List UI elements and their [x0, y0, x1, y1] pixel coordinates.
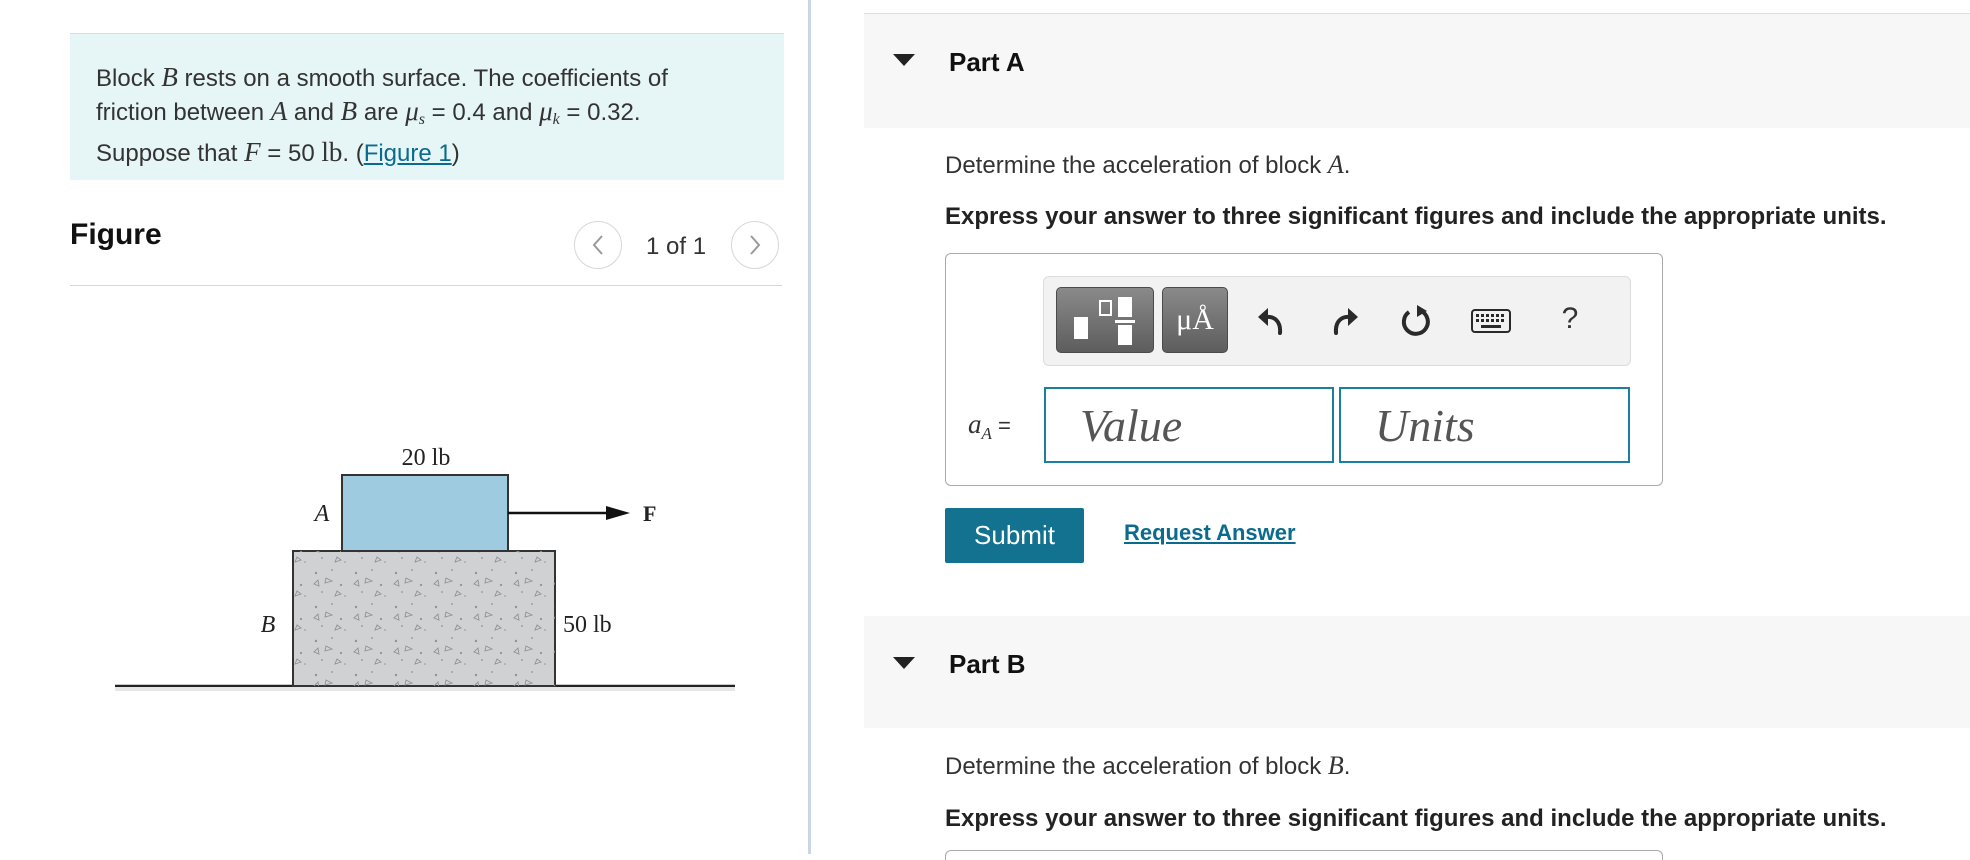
block-diagram: 20 lb A B F 50 lb: [115, 445, 735, 691]
var-a-lower: a: [968, 409, 982, 439]
text: .: [1343, 152, 1351, 179]
equals: =: [991, 413, 1011, 438]
text: are: [357, 99, 406, 126]
part-b-instruction: Express your answer to three significant…: [945, 805, 1887, 832]
help-button[interactable]: ?: [1552, 299, 1588, 339]
figure-link[interactable]: Figure 1: [364, 140, 452, 167]
block-a-label: A: [313, 501, 330, 527]
previous-figure-button[interactable]: [574, 221, 622, 269]
var-f: F: [244, 137, 261, 167]
symbols-button[interactable]: μÅ: [1162, 287, 1228, 353]
reset-button[interactable]: [1396, 301, 1436, 341]
figure-count: 1 of 1: [646, 233, 707, 260]
chevron-right-icon: [750, 235, 761, 255]
ground-shadow: [115, 687, 735, 691]
text: = 50: [260, 140, 322, 167]
var-a: A: [270, 96, 288, 126]
figure-header: Figure: [70, 218, 162, 251]
answer-label: aA =: [968, 409, 1011, 444]
block-b-label: B: [261, 612, 276, 638]
reset-icon: [1401, 305, 1430, 336]
text: friction between: [96, 99, 271, 126]
text: .: [1343, 753, 1351, 780]
problem-statement: Block B rests on a smooth surface. The c…: [70, 33, 784, 180]
units-input[interactable]: [1339, 387, 1630, 463]
keyboard-button[interactable]: [1469, 303, 1513, 339]
text: ): [451, 140, 460, 167]
block-a: [341, 474, 509, 552]
submit-button[interactable]: Submit: [945, 508, 1084, 563]
var-b: B: [340, 96, 358, 126]
part-b-question: Determine the acceleration of block B.: [945, 751, 1350, 781]
weight-a-label: 20 lb: [402, 445, 451, 471]
fraction-template-icon: [1074, 297, 1135, 345]
subscript-a: A: [981, 424, 992, 443]
var-a: A: [1327, 150, 1344, 179]
unit-lb: lb: [321, 137, 343, 167]
part-b-title: Part B: [949, 649, 1026, 679]
undo-button[interactable]: [1252, 301, 1292, 341]
answer-box: μÅ ? aA = Value Units: [945, 253, 1663, 486]
part-a-title: Part A: [949, 47, 1025, 77]
templates-button[interactable]: [1056, 287, 1154, 353]
part-a-question: Determine the acceleration of block A.: [945, 150, 1350, 180]
caret-down-icon: [893, 657, 915, 669]
mu-k-value: = 0.32.: [559, 99, 641, 126]
mu-s-value: = 0.4 and: [424, 99, 540, 126]
text: Determine the acceleration of block: [945, 152, 1328, 179]
next-figure-button[interactable]: [731, 221, 779, 269]
part-b-header[interactable]: Part B: [864, 616, 1970, 728]
part-a-header[interactable]: Part A: [864, 14, 1970, 128]
part-a-instruction: Express your answer to three significant…: [945, 203, 1887, 230]
subscript-k: k: [552, 111, 560, 128]
var-b: B: [1327, 751, 1344, 780]
text: rests on a smooth surface. The coefficie…: [177, 65, 668, 92]
text: . (: [342, 140, 364, 167]
var-b: B: [161, 62, 178, 92]
force-label: F: [643, 501, 656, 526]
undo-icon: [1258, 308, 1283, 335]
text: and: [287, 99, 341, 126]
block-b-texture: [293, 551, 555, 686]
mu-symbol: μ: [405, 96, 419, 126]
answer-box: [945, 850, 1663, 860]
redo-button[interactable]: [1324, 301, 1364, 341]
redo-icon: [1333, 308, 1358, 335]
request-answer-link[interactable]: Request Answer: [1124, 520, 1296, 546]
divider: [70, 285, 782, 286]
problem-pane: Block B rests on a smooth surface. The c…: [0, 0, 808, 854]
chevron-left-icon: [592, 235, 603, 255]
math-toolbar: μÅ ?: [1043, 276, 1631, 366]
text: Block: [96, 65, 162, 92]
keyboard-icon: [1471, 309, 1511, 333]
caret-down-icon: [893, 54, 915, 66]
weight-b-label: 50 lb: [563, 612, 612, 638]
text: Suppose that: [96, 140, 245, 167]
value-input[interactable]: [1044, 387, 1334, 463]
arrow-head-icon: [606, 506, 630, 520]
pane-divider[interactable]: [808, 0, 811, 854]
mu-symbol: μ: [539, 96, 553, 126]
text: Determine the acceleration of block: [945, 753, 1328, 780]
